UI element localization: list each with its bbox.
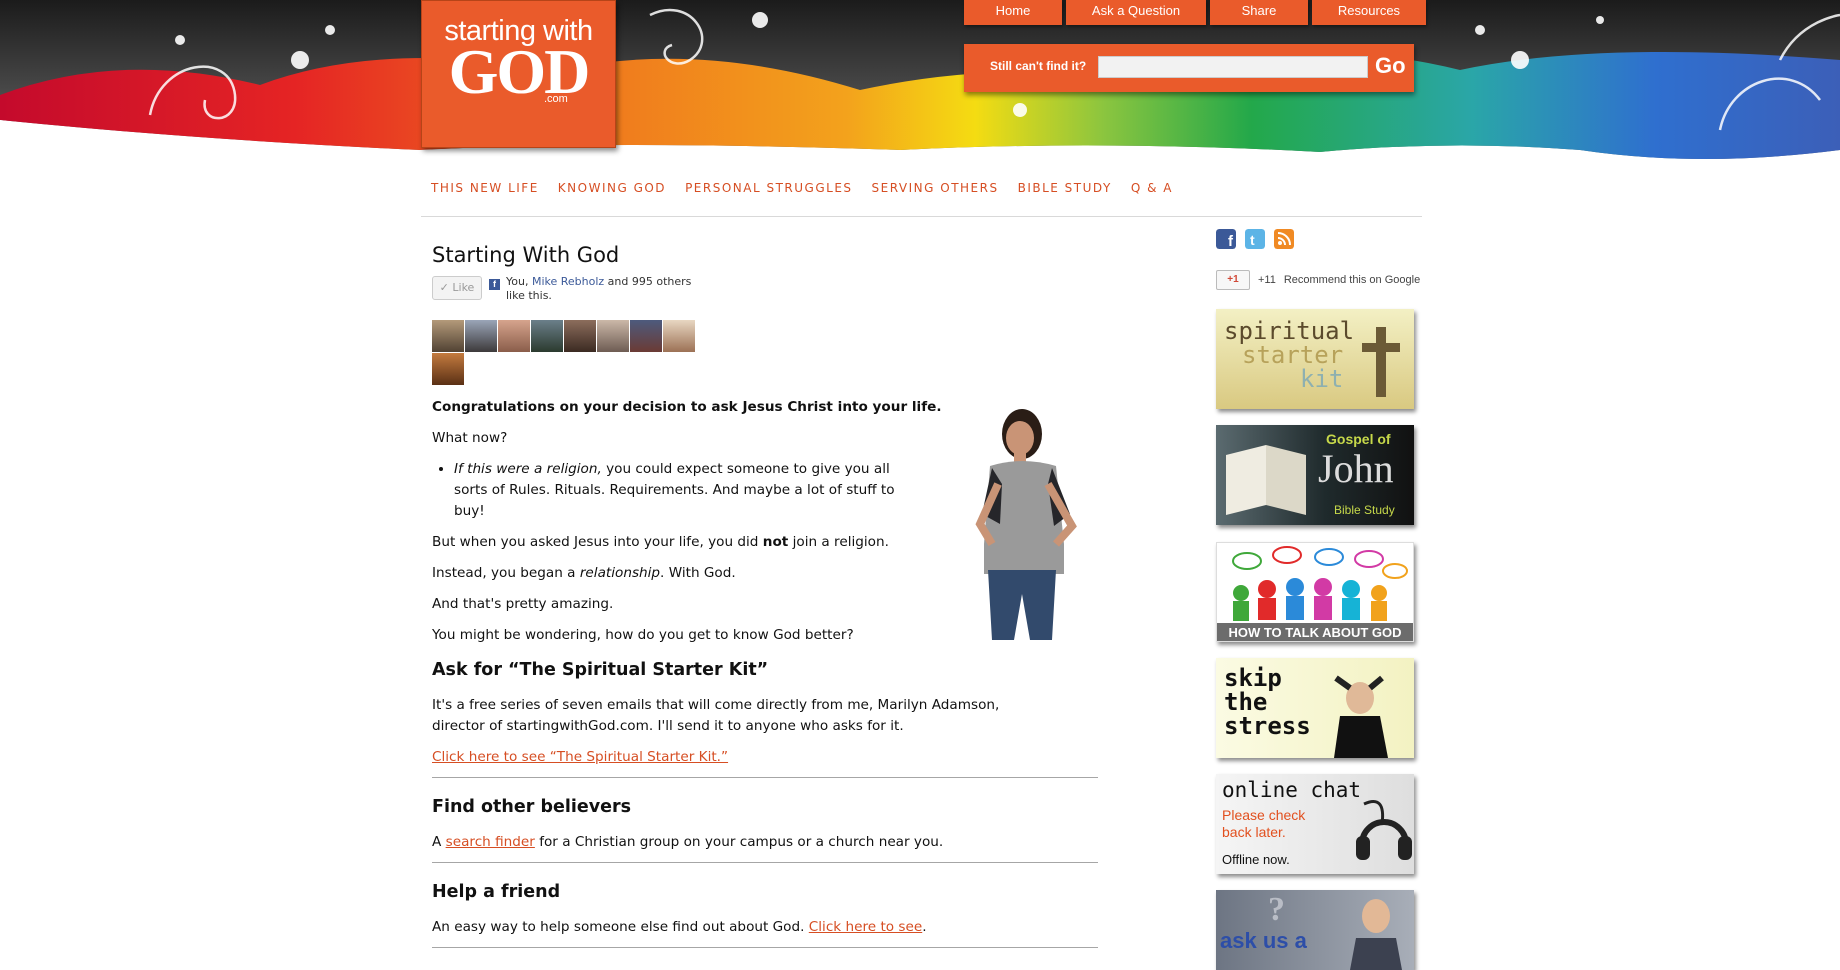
nav-personal-struggles[interactable]: PERSONAL STRUGGLES [685, 181, 852, 195]
svg-text:?: ? [1268, 891, 1285, 928]
section-divider [432, 777, 1098, 778]
starter-kit-link[interactable]: Click here to see “The Spiritual Starter… [432, 749, 728, 765]
avatar[interactable] [531, 320, 563, 352]
starter-kit-text: spiritual starter kit [1224, 319, 1354, 391]
check-icon: ✓ [439, 281, 453, 294]
chat-message: Please check back later. [1222, 807, 1305, 841]
relationship-part-c: . With God. [660, 565, 736, 581]
logo-text-dotcom: .com [544, 93, 568, 105]
starter-kit-heading: Ask for “The Spiritual Starter Kit” [432, 660, 769, 680]
nav-ask-question-button[interactable]: Ask a Question [1066, 0, 1206, 25]
starter-kit-line3: kit [1300, 365, 1344, 393]
help-friend-link[interactable]: Click here to see [809, 919, 922, 935]
avatar[interactable] [465, 320, 497, 352]
how-to-talk-about-god-banner[interactable]: HOW TO TALK ABOUT GOD [1216, 542, 1414, 642]
chat-line2: back later. [1222, 824, 1286, 840]
help-friend-text: An easy way to help someone else find ou… [432, 917, 1102, 938]
avatar[interactable] [630, 320, 662, 352]
nav-bible-study[interactable]: BIBLE STUDY [1018, 181, 1112, 195]
chat-line1: Please check [1222, 807, 1306, 823]
stress-line2: the [1224, 688, 1268, 716]
avatar[interactable] [432, 320, 464, 352]
like-you-text: You, [506, 275, 532, 288]
friend-faces [432, 320, 698, 385]
main-nav: THIS NEW LIFE KNOWING GOD PERSONAL STRUG… [431, 181, 1173, 195]
header-splash-art [0, 0, 1840, 170]
starter-kit-text: It's a free series of seven emails that … [432, 697, 1000, 734]
facebook-like-widget: ✓ Like f You, Mike Rebholz and 995 other… [432, 275, 1102, 314]
skip-the-stress-text: skip the stress [1224, 666, 1311, 738]
friend-link[interactable]: Mike Rebholz [532, 275, 604, 288]
google-plus-count: +11 [1258, 274, 1276, 286]
nav-serving-others[interactable]: SERVING OTHERS [872, 181, 999, 195]
not-religion-part-a: But when you asked Jesus into your life,… [432, 534, 763, 550]
skip-the-stress-banner[interactable]: skip the stress [1216, 658, 1414, 758]
student-photo [975, 409, 1077, 640]
religion-list: If this were a religion, you could expec… [432, 459, 904, 522]
search-go-button[interactable]: Go [1375, 53, 1406, 79]
online-chat-title: online chat [1222, 778, 1362, 802]
svg-text:t: t [1250, 232, 1255, 248]
help-friend-part-b: . [922, 919, 927, 935]
nav-resources-button[interactable]: Resources [1312, 0, 1426, 25]
section-divider [432, 862, 1098, 863]
online-chat-banner[interactable]: online chat Please check back later. Off… [1216, 774, 1414, 874]
page-title: Starting With God [432, 243, 620, 267]
religion-em-text: If this were a religion, [454, 461, 602, 477]
like-button-label: Like [452, 281, 475, 294]
avatar[interactable] [432, 353, 464, 385]
logo-text-god: GOD [448, 36, 591, 107]
relationship-em: relationship [579, 565, 661, 581]
top-nav: Home Ask a Question Share Resources [964, 0, 1426, 25]
google-plus-text: Recommend this on Google [1283, 274, 1421, 286]
facebook-icon[interactable]: f [1216, 229, 1236, 249]
nav-this-new-life[interactable]: THIS NEW LIFE [431, 181, 539, 195]
nav-home-button[interactable]: Home [964, 0, 1062, 25]
nav-divider [421, 216, 1422, 217]
search-finder-link[interactable]: search finder [446, 834, 535, 850]
nav-knowing-god[interactable]: KNOWING GOD [558, 181, 666, 195]
relationship-part-a: Instead, you began a [432, 565, 580, 581]
help-friend-part-a: An easy way to help someone else find ou… [432, 919, 809, 935]
google-plus-widget: +1 +11 Recommend this on Google [1216, 270, 1420, 290]
section-divider [432, 947, 1098, 948]
list-item: If this were a religion, you could expec… [454, 459, 904, 522]
search-box: Still can't find it? Go [964, 44, 1414, 92]
site-logo[interactable]: starting with GOD .com [421, 0, 616, 148]
not-religion-part-c: join a religion. [788, 534, 889, 550]
believers-heading: Find other believers [432, 797, 632, 817]
believers-part-a: A [432, 834, 446, 850]
like-button[interactable]: ✓ Like [432, 276, 482, 300]
how-to-talk-caption: HOW TO TALK ABOUT GOD [1228, 625, 1402, 640]
facebook-icon: f [489, 279, 500, 290]
nav-share-button[interactable]: Share [1210, 0, 1308, 25]
stress-line1: skip [1224, 664, 1282, 692]
avatar[interactable] [597, 320, 629, 352]
believers-part-b: for a Christian group on your campus or … [534, 834, 944, 850]
google-plus-one-button[interactable]: +1 [1216, 270, 1250, 290]
not-religion-bold: not [762, 534, 789, 550]
help-friend-heading: Help a friend [432, 882, 561, 902]
avatar[interactable] [498, 320, 530, 352]
ask-us-text: ask us a [1220, 928, 1307, 953]
twitter-icon[interactable]: t [1245, 229, 1265, 249]
search-input[interactable] [1098, 56, 1368, 78]
bible-study-text: Bible Study [1334, 503, 1395, 517]
search-label: Still can't find it? [990, 59, 1087, 73]
chat-status: Offline now. [1222, 852, 1290, 867]
john-text: John [1318, 446, 1394, 491]
nav-q-and-a[interactable]: Q & A [1131, 181, 1173, 195]
like-count-text: You, Mike Rebholz and 995 others like th… [506, 275, 706, 303]
gospel-of-john-banner[interactable]: Gospel of John Bible Study [1216, 425, 1414, 525]
ask-us-banner[interactable]: ? ask us a [1216, 890, 1414, 970]
social-links: f t [1216, 229, 1294, 249]
rss-icon[interactable] [1274, 229, 1294, 249]
spiritual-starter-kit-banner[interactable]: spiritual starter kit [1216, 309, 1414, 409]
avatar[interactable] [663, 320, 695, 352]
avatar[interactable] [564, 320, 596, 352]
starter-kit-line1: spiritual [1224, 317, 1355, 345]
believers-text: A search finder for a Christian group on… [432, 832, 1102, 853]
starter-kit-line2: starter [1242, 341, 1344, 369]
stress-line3: stress [1224, 712, 1311, 740]
